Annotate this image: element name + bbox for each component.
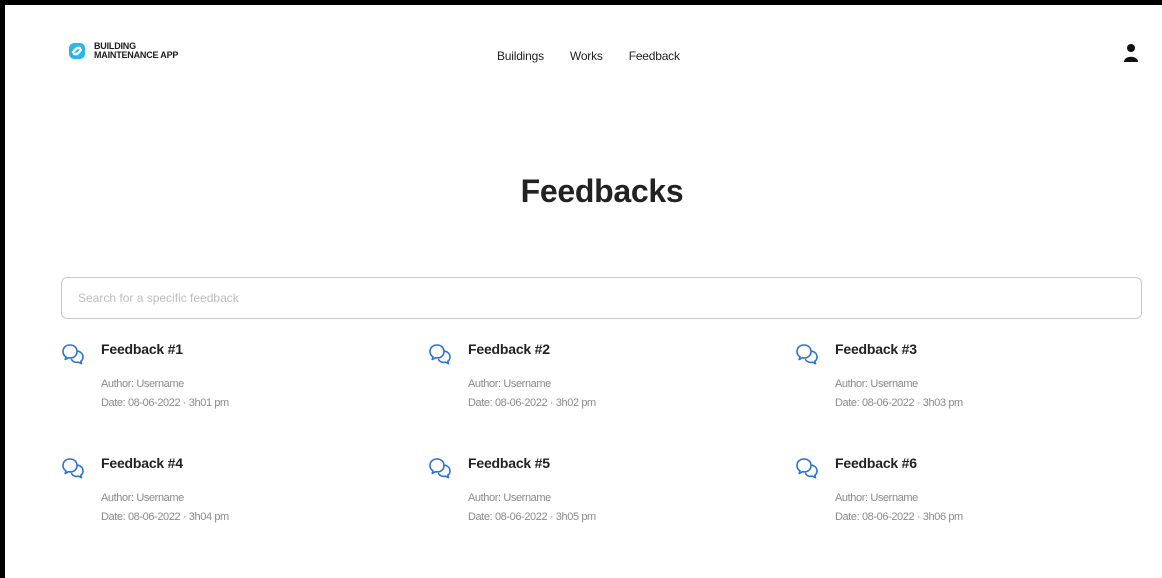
feedback-author: Author: Username xyxy=(468,378,551,390)
logo-icon xyxy=(69,43,85,59)
feedback-item[interactable]: Feedback #5 Author: Username Date: 08-06… xyxy=(428,453,758,543)
search-input[interactable] xyxy=(61,277,1142,319)
feedback-author: Author: Username xyxy=(101,378,184,390)
feedback-title: Feedback #5 xyxy=(468,455,550,471)
feedback-date: Date: 08-06-2022 · 3h02 pm xyxy=(468,397,596,409)
feedback-date: Date: 08-06-2022 · 3h01 pm xyxy=(101,397,229,409)
logo-line-2: MAINTENANCE APP xyxy=(94,50,179,60)
feedback-date: Date: 08-06-2022 · 3h05 pm xyxy=(468,511,596,523)
app-window: BUILDING MAINTENANCE APP Buildings Works… xyxy=(5,5,1162,578)
chat-bubbles-icon xyxy=(62,344,84,365)
main-nav: Buildings Works Feedback xyxy=(497,49,680,63)
nav-item-feedback[interactable]: Feedback xyxy=(629,49,680,63)
feedback-item[interactable]: Feedback #3 Author: Username Date: 08-06… xyxy=(795,339,1125,429)
feedback-date: Date: 08-06-2022 · 3h06 pm xyxy=(835,511,963,523)
feedback-author: Author: Username xyxy=(101,492,184,504)
chat-bubbles-icon xyxy=(796,458,818,479)
chat-bubbles-icon xyxy=(62,458,84,479)
feedback-title: Feedback #1 xyxy=(101,341,183,357)
feedback-date: Date: 08-06-2022 · 3h03 pm xyxy=(835,397,963,409)
feedback-item[interactable]: Feedback #2 Author: Username Date: 08-06… xyxy=(428,339,758,429)
chat-bubbles-icon xyxy=(429,458,451,479)
feedback-author: Author: Username xyxy=(835,378,918,390)
nav-item-works[interactable]: Works xyxy=(570,49,603,63)
feedback-item[interactable]: Feedback #1 Author: Username Date: 08-06… xyxy=(61,339,391,429)
feedback-date: Date: 08-06-2022 · 3h04 pm xyxy=(101,511,229,523)
chat-bubbles-icon xyxy=(796,344,818,365)
feedback-author: Author: Username xyxy=(468,492,551,504)
feedback-item[interactable]: Feedback #6 Author: Username Date: 08-06… xyxy=(795,453,1125,543)
feedback-title: Feedback #2 xyxy=(468,341,550,357)
feedback-item[interactable]: Feedback #4 Author: Username Date: 08-06… xyxy=(61,453,391,543)
feedback-author: Author: Username xyxy=(835,492,918,504)
feedback-title: Feedback #3 xyxy=(835,341,917,357)
feedback-title: Feedback #4 xyxy=(101,455,183,471)
logo-text: BUILDING MAINTENANCE APP xyxy=(94,42,178,60)
feedback-title: Feedback #6 xyxy=(835,455,917,471)
app-logo[interactable]: BUILDING MAINTENANCE APP xyxy=(68,42,178,60)
chat-bubbles-icon xyxy=(429,344,451,365)
nav-item-buildings[interactable]: Buildings xyxy=(497,49,544,63)
page-title: Feedbacks xyxy=(520,173,684,209)
user-icon[interactable] xyxy=(1123,43,1139,63)
